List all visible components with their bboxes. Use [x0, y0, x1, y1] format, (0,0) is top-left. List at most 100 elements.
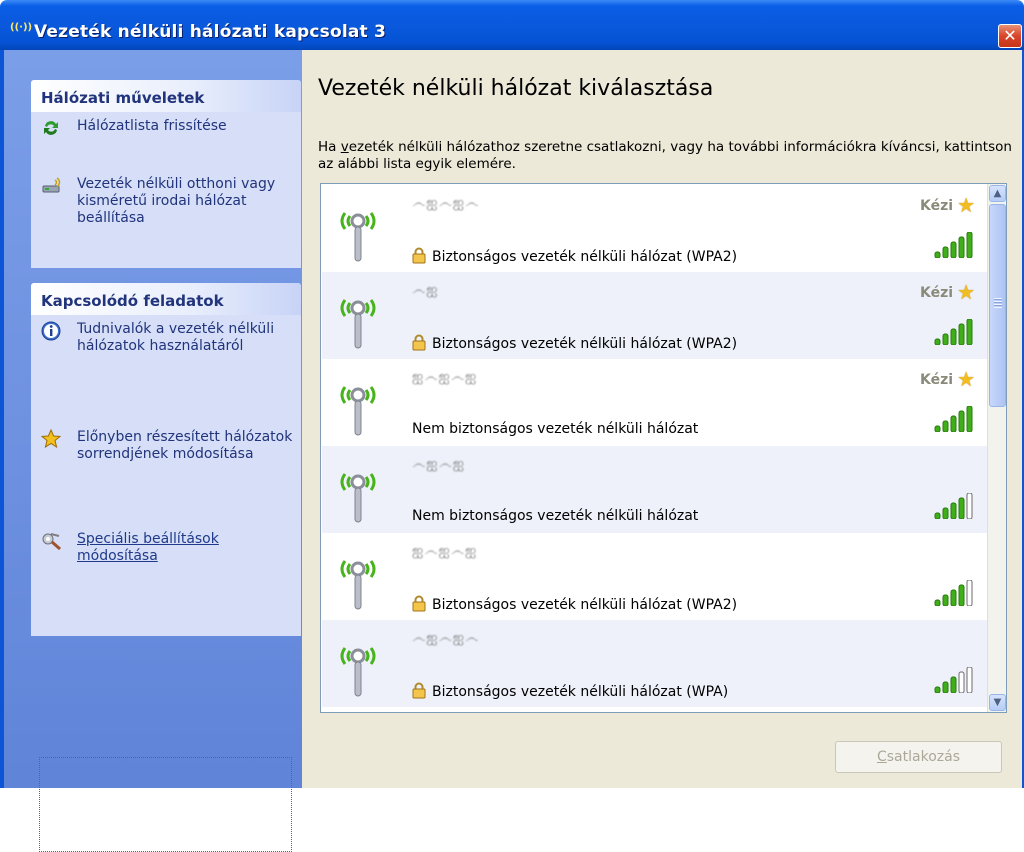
connect-button[interactable]: Csatlakozás [835, 741, 1002, 773]
scroll-grip [994, 298, 1002, 308]
network-list[interactable]: ෴ஐ෴ஐ෴ Biztonságos vezeték nélküli hálózat… [320, 183, 1007, 713]
signal-bar [934, 599, 941, 607]
security-label: Biztonságos vezeték nélküli hálózat (WPA… [432, 336, 738, 352]
network-ssid: ஐ෴ஐ෴ஐ [412, 543, 478, 559]
antenna-icon [336, 638, 376, 698]
network-security: Biztonságos vezeték nélküli hálózat (WPA… [412, 334, 737, 352]
task-label: Tudnivalók a vezeték nélküli hálózatok h… [77, 321, 275, 354]
signal-bar [966, 492, 973, 520]
signal-bar [942, 246, 949, 259]
signal-bar [958, 236, 965, 259]
security-label: Biztonságos vezeték nélküli hálózat (WPA… [432, 249, 738, 265]
refresh-icon [41, 118, 61, 138]
network-tasks-title: Hálózati műveletek [31, 80, 301, 112]
related-tasks-panel: Kapcsolódó feladatok Tudnivalók a vezeté… [31, 283, 301, 852]
security-label: Biztonságos vezeték nélküli hálózat (WPA… [432, 684, 729, 700]
lock-icon [412, 247, 426, 264]
signal-bar [950, 328, 957, 346]
signal-bar [934, 512, 941, 520]
network-item[interactable]: ෴ஐ Biztonságos vezeték nélküli hálózat (W… [322, 272, 987, 359]
signal-bar [942, 594, 949, 607]
network-security: Biztonságos vezeték nélküli hálózat (WPA… [412, 682, 728, 700]
signal-strength-icon [933, 666, 977, 694]
vertical-scrollbar[interactable]: ▲ ▼ [987, 184, 1006, 712]
security-label: Biztonságos vezeték nélküli hálózat (WPA… [432, 597, 738, 613]
preferred-star-icon: ★ [957, 280, 975, 304]
network-item[interactable]: ෴ஐ෴ஐ෴ Biztonságos vezeték nélküli hálózat… [322, 620, 987, 707]
task-refresh-network-list[interactable]: Hálózatlista frissítése [41, 118, 296, 142]
window-title: Vezeték nélküli hálózati kapcsolat 3 [34, 22, 387, 42]
network-ssid: ෴ஐ [412, 282, 439, 298]
manual-text: Kézi [920, 372, 954, 388]
network-security: Biztonságos vezeték nélküli hálózat (WPA… [412, 595, 737, 613]
signal-bar [934, 425, 941, 433]
network-ssid: ஐ෴ஐ෴ஐ [412, 369, 478, 385]
signal-bar [958, 584, 965, 607]
signal-bar [934, 251, 941, 259]
network-item[interactable]: ஐ෴ஐ෴ஐ Biztonságos vezeték nélküli hálózat… [322, 533, 987, 620]
info-icon [41, 321, 61, 341]
task-setup-wireless-network[interactable]: Vezeték nélküli otthoni vagy kisméretű i… [41, 176, 296, 236]
close-button[interactable]: ✕ [998, 24, 1022, 48]
signal-strength-icon [933, 405, 977, 433]
network-item[interactable]: ෴ஐ෴ஐ෴ Biztonságos vezeték nélküli hálózat… [322, 185, 987, 272]
focus-rectangle [39, 757, 292, 852]
scroll-thumb[interactable] [989, 204, 1006, 407]
manual-text: Kézi [920, 285, 954, 301]
signal-strength-icon [933, 318, 977, 346]
network-item[interactable]: ෴ஐ෴ஐ Nem biztonságos vezeték nélküli háló… [322, 446, 987, 533]
signal-bar [934, 338, 941, 346]
manual-connection-label: Kézi ★ [920, 193, 975, 217]
signal-bar [942, 420, 949, 433]
signal-bar [966, 666, 973, 694]
wireless-setup-icon [41, 176, 61, 196]
network-security: Nem biztonságos vezeték nélküli hálózat [412, 421, 698, 437]
signal-strength-icon [933, 231, 977, 259]
star-icon [40, 428, 62, 449]
antenna-icon [336, 377, 376, 437]
antenna-icon [336, 551, 376, 611]
signal-bar [958, 497, 965, 520]
title-bar[interactable]: ((·)) Vezeték nélküli hálózati kapcsolat… [0, 0, 1024, 50]
page-title: Vezeték nélküli hálózat kiválasztása [318, 76, 714, 101]
lock-icon [412, 334, 426, 351]
network-ssid: ෴ஐ෴ஐ෴ [412, 195, 480, 211]
manual-connection-label: Kézi ★ [920, 367, 975, 391]
signal-bar [942, 681, 949, 694]
related-tasks-title: Kapcsolódó feladatok [31, 283, 301, 315]
wireless-network-icon: ((·)) [10, 22, 33, 33]
instructions-prefix: Ha [318, 139, 341, 155]
connect-label: satlakozás [886, 749, 960, 765]
network-item[interactable]: ஐ෴ஐ෴ஐ Nem biztonságos vezeték nélküli hál… [322, 359, 987, 446]
network-security: Biztonságos vezeték nélküli hálózat (WPA… [412, 247, 737, 265]
instructions-rest: ezeték nélküli hálózathoz szeretne csatl… [318, 139, 1012, 172]
signal-strength-icon [933, 579, 977, 607]
security-label: Nem biztonságos vezeték nélküli hálózat [412, 421, 699, 437]
advanced-settings-icon [41, 531, 61, 551]
signal-bar [950, 415, 957, 433]
antenna-icon [336, 290, 376, 350]
task-advanced-settings-link[interactable]: Speciális beállítások módosítása [41, 531, 296, 571]
task-label: Előnyben részesített hálózatok sorrendjé… [77, 429, 293, 462]
antenna-icon [336, 464, 376, 524]
lock-icon [412, 595, 426, 612]
sidebar: Hálózati műveletek Hálózatlista frissíté… [4, 50, 302, 852]
signal-strength-icon [933, 492, 977, 520]
preferred-star-icon: ★ [957, 193, 975, 217]
manual-text: Kézi [920, 198, 954, 214]
task-label: Hálózatlista frissítése [77, 118, 227, 134]
manual-connection-label: Kézi ★ [920, 280, 975, 304]
preferred-star-icon: ★ [957, 367, 975, 391]
network-ssid: ෴ஐ෴ஐ෴ [412, 630, 480, 646]
task-learn-wireless[interactable]: Tudnivalók a vezeték nélküli hálózatok h… [41, 321, 296, 361]
network-ssid: ෴ஐ෴ஐ [412, 456, 466, 472]
scroll-up-button[interactable]: ▲ [989, 185, 1006, 202]
scroll-down-button[interactable]: ▼ [989, 694, 1006, 711]
signal-bar [942, 507, 949, 520]
task-change-network-order[interactable]: Előnyben részesített hálózatok sorrendjé… [40, 428, 296, 489]
task-label: Vezeték nélküli otthoni vagy kisméretű i… [77, 176, 276, 226]
security-label: Nem biztonságos vezeték nélküli hálózat [412, 508, 699, 524]
access-key: C [876, 749, 887, 765]
signal-bar [958, 323, 965, 346]
network-tasks-panel: Hálózati műveletek Hálózatlista frissíté… [31, 80, 301, 268]
